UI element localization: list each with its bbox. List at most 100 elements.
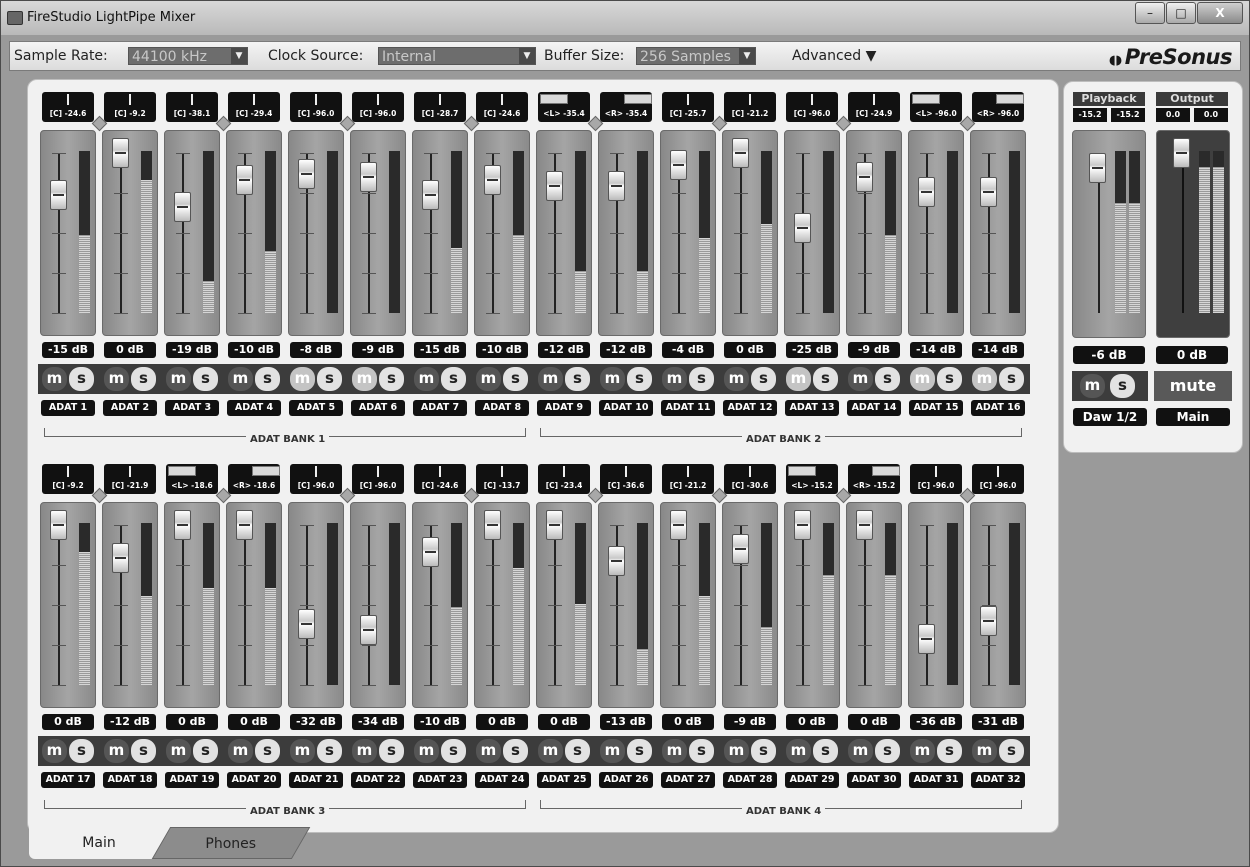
- mute-button[interactable]: m: [166, 739, 191, 763]
- pan-knob[interactable]: <L> -15.2: [786, 464, 838, 494]
- mute-button[interactable]: m: [538, 739, 563, 763]
- mute-button[interactable]: m: [724, 739, 749, 763]
- pan-knob[interactable]: <R> -18.6: [228, 464, 280, 494]
- pan-knob[interactable]: [C] -23.4: [538, 464, 590, 494]
- fader-handle[interactable]: [608, 546, 625, 576]
- solo-button[interactable]: s: [999, 739, 1024, 763]
- clock-source-select[interactable]: Internal ▼: [378, 47, 536, 65]
- fader-handle[interactable]: [50, 180, 67, 210]
- fader-handle[interactable]: [484, 510, 501, 540]
- solo-button[interactable]: s: [813, 367, 838, 391]
- fader-handle[interactable]: [732, 534, 749, 564]
- pan-knob[interactable]: [C] -24.6: [42, 92, 94, 122]
- mute-button[interactable]: m: [42, 739, 67, 763]
- fader-handle[interactable]: [608, 171, 625, 201]
- solo-button[interactable]: s: [627, 367, 652, 391]
- solo-button[interactable]: s: [131, 739, 156, 763]
- mute-button[interactable]: m: [228, 367, 253, 391]
- pan-knob[interactable]: [C] -96.0: [352, 92, 404, 122]
- solo-button[interactable]: s: [317, 739, 342, 763]
- fader-handle[interactable]: [546, 171, 563, 201]
- pan-knob[interactable]: [C] -96.0: [786, 92, 838, 122]
- output-mute-button[interactable]: mute: [1154, 371, 1232, 401]
- output-fader[interactable]: [1173, 138, 1190, 168]
- solo-button[interactable]: s: [379, 739, 404, 763]
- pan-knob[interactable]: [C] -29.4: [228, 92, 280, 122]
- mute-button[interactable]: m: [600, 367, 625, 391]
- solo-button[interactable]: s: [69, 739, 94, 763]
- mute-button[interactable]: m: [414, 367, 439, 391]
- fader-handle[interactable]: [50, 510, 67, 540]
- fader-handle[interactable]: [546, 510, 563, 540]
- fader-handle[interactable]: [484, 165, 501, 195]
- fader-handle[interactable]: [174, 192, 191, 222]
- solo-button[interactable]: s: [875, 367, 900, 391]
- fader-handle[interactable]: [298, 159, 315, 189]
- tab-main[interactable]: Main: [29, 827, 169, 859]
- solo-button[interactable]: s: [255, 367, 280, 391]
- title-bar[interactable]: FireStudio LightPipe Mixer – □ X: [1, 1, 1249, 35]
- mute-button[interactable]: m: [290, 367, 315, 391]
- solo-button[interactable]: s: [69, 367, 94, 391]
- playback-source-select[interactable]: Daw 1/2: [1073, 408, 1147, 426]
- mute-button[interactable]: m: [786, 367, 811, 391]
- pan-knob[interactable]: [C] -28.7: [414, 92, 466, 122]
- mute-button[interactable]: m: [724, 367, 749, 391]
- playback-mute-button[interactable]: m: [1080, 374, 1105, 398]
- mute-button[interactable]: m: [662, 367, 687, 391]
- mute-button[interactable]: m: [290, 739, 315, 763]
- pan-knob[interactable]: <R> -35.4: [600, 92, 652, 122]
- solo-button[interactable]: s: [751, 739, 776, 763]
- minimize-button[interactable]: –: [1135, 2, 1165, 24]
- solo-button[interactable]: s: [751, 367, 776, 391]
- solo-button[interactable]: s: [503, 367, 528, 391]
- close-button[interactable]: X: [1197, 2, 1243, 24]
- solo-button[interactable]: s: [565, 739, 590, 763]
- fader-handle[interactable]: [174, 510, 191, 540]
- pan-knob[interactable]: [C] -25.7: [662, 92, 714, 122]
- solo-button[interactable]: s: [441, 367, 466, 391]
- pan-knob[interactable]: [C] -21.2: [662, 464, 714, 494]
- pan-knob[interactable]: [C] -96.0: [290, 464, 342, 494]
- fader-handle[interactable]: [980, 177, 997, 207]
- advanced-menu-button[interactable]: Advanced ▼: [792, 48, 876, 64]
- pan-knob[interactable]: [C] -38.1: [166, 92, 218, 122]
- fader-handle[interactable]: [918, 177, 935, 207]
- tab-phones[interactable]: Phones: [151, 827, 311, 859]
- pan-knob[interactable]: [C] -9.2: [42, 464, 94, 494]
- fader-handle[interactable]: [856, 510, 873, 540]
- solo-button[interactable]: s: [379, 367, 404, 391]
- mute-button[interactable]: m: [166, 367, 191, 391]
- fader-handle[interactable]: [112, 543, 129, 573]
- pan-knob[interactable]: <L> -96.0: [910, 92, 962, 122]
- solo-button[interactable]: s: [193, 367, 218, 391]
- solo-button[interactable]: s: [999, 367, 1024, 391]
- fader-handle[interactable]: [298, 609, 315, 639]
- mute-button[interactable]: m: [42, 367, 67, 391]
- solo-button[interactable]: s: [565, 367, 590, 391]
- fader-handle[interactable]: [670, 150, 687, 180]
- playback-solo-button[interactable]: s: [1110, 374, 1135, 398]
- pan-knob[interactable]: [C] -24.6: [414, 464, 466, 494]
- pan-knob[interactable]: <L> -35.4: [538, 92, 590, 122]
- mute-button[interactable]: m: [104, 367, 129, 391]
- pan-knob[interactable]: [C] -9.2: [104, 92, 156, 122]
- fader-handle[interactable]: [732, 138, 749, 168]
- pan-knob[interactable]: [C] -30.6: [724, 464, 776, 494]
- buffer-size-select[interactable]: 256 Samples ▼: [636, 47, 756, 65]
- mute-button[interactable]: m: [848, 739, 873, 763]
- fader-handle[interactable]: [422, 537, 439, 567]
- fader-handle[interactable]: [670, 510, 687, 540]
- mute-button[interactable]: m: [972, 739, 997, 763]
- pan-knob[interactable]: [C] -96.0: [352, 464, 404, 494]
- pan-knob[interactable]: [C] -21.9: [104, 464, 156, 494]
- mute-button[interactable]: m: [476, 739, 501, 763]
- pan-knob[interactable]: <R> -15.2: [848, 464, 900, 494]
- pan-knob[interactable]: <L> -18.6: [166, 464, 218, 494]
- solo-button[interactable]: s: [813, 739, 838, 763]
- solo-button[interactable]: s: [193, 739, 218, 763]
- fader-handle[interactable]: [794, 510, 811, 540]
- solo-button[interactable]: s: [503, 739, 528, 763]
- pan-knob[interactable]: [C] -96.0: [290, 92, 342, 122]
- mute-button[interactable]: m: [476, 367, 501, 391]
